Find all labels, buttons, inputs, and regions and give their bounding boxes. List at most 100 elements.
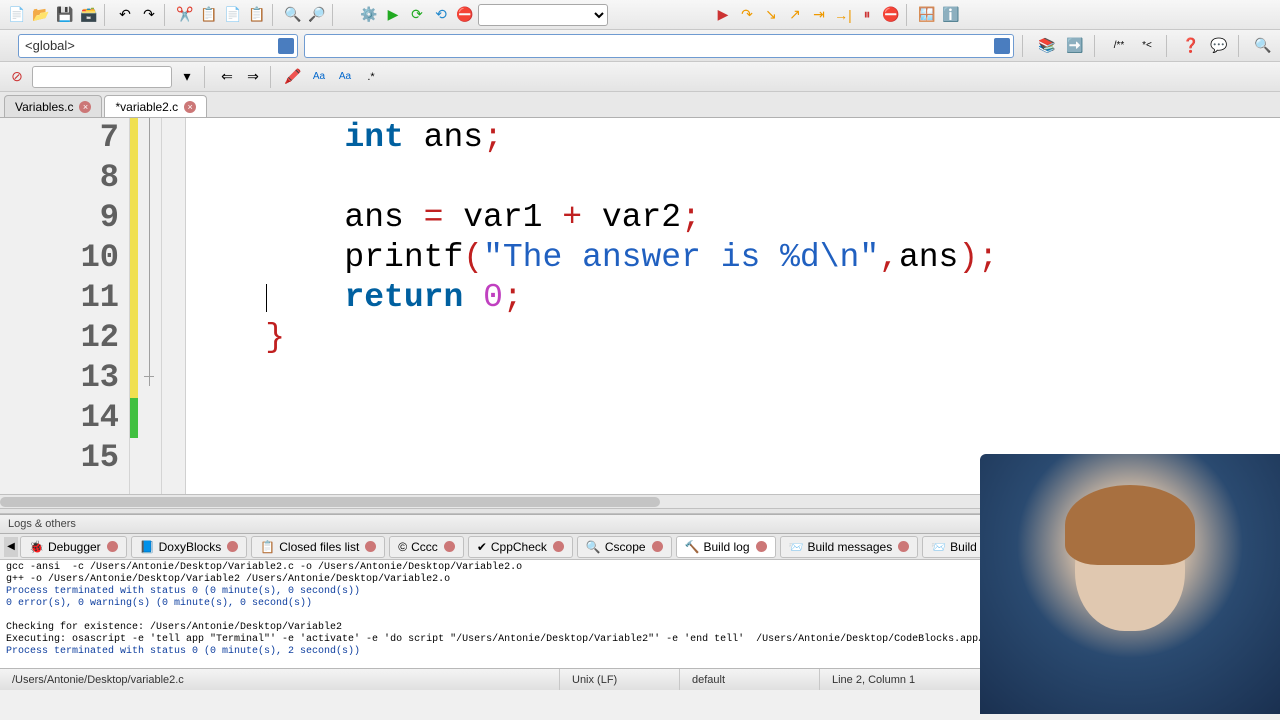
log-tab[interactable]: 🐞 Debugger bbox=[20, 536, 127, 558]
log-tab-icon: 📘 bbox=[140, 540, 155, 554]
fold-gutter[interactable] bbox=[138, 118, 162, 494]
paste-special-icon[interactable]: 📋 bbox=[246, 4, 268, 26]
log-tab[interactable]: 🔍 Cscope bbox=[577, 536, 672, 558]
regex-icon[interactable]: .* bbox=[360, 66, 382, 88]
find-replace-icon[interactable]: 🔎 bbox=[306, 4, 328, 26]
log-tab-icon: 📨 bbox=[931, 540, 946, 554]
clear-search-icon[interactable]: ⊘ bbox=[6, 66, 28, 88]
gutter-separator bbox=[162, 118, 186, 494]
logs-scroll-left-icon[interactable]: ◀ bbox=[4, 537, 18, 557]
debug-start-icon[interactable]: ▶ bbox=[712, 4, 734, 26]
close-icon[interactable]: × bbox=[79, 101, 91, 113]
match-case-icon[interactable]: Aa bbox=[308, 66, 330, 88]
editor-tab[interactable]: *variable2.c × bbox=[104, 95, 207, 117]
log-tab-label: Closed files list bbox=[279, 540, 359, 554]
log-tab-icon: 📋 bbox=[260, 540, 275, 554]
paste-icon[interactable]: 📄 bbox=[222, 4, 244, 26]
status-filepath: /Users/Antonie/Desktop/variable2.c bbox=[0, 669, 560, 690]
help-icon[interactable]: ❓ bbox=[1180, 35, 1202, 57]
build-run-icon[interactable]: ⟲ bbox=[430, 4, 452, 26]
cut-icon[interactable]: ✂️ bbox=[174, 4, 196, 26]
editor-tab[interactable]: Variables.c × bbox=[4, 95, 102, 117]
save-icon[interactable]: 💾 bbox=[54, 4, 76, 26]
debug-windows-icon[interactable]: 🪟 bbox=[916, 4, 938, 26]
log-tab[interactable]: 📨Build messages bbox=[780, 536, 919, 558]
code-editor[interactable]: 789101112131415 int ans; ans = var1 + va… bbox=[0, 118, 1280, 494]
close-icon[interactable] bbox=[898, 541, 909, 552]
tab-label: *variable2.c bbox=[115, 100, 178, 114]
function-select[interactable] bbox=[304, 34, 1014, 58]
symbol-toolbar: <global> 📚 ➡️ /** *< ❓ 💬 🔍 bbox=[0, 30, 1280, 62]
log-tab[interactable]: ✔ CppCheck bbox=[468, 536, 573, 558]
close-icon[interactable] bbox=[365, 541, 376, 552]
redo-icon[interactable]: ↷ bbox=[138, 4, 160, 26]
jump-fwd-icon[interactable]: ➡️ bbox=[1064, 35, 1086, 57]
close-icon[interactable] bbox=[107, 541, 118, 552]
undo-icon[interactable]: ↶ bbox=[114, 4, 136, 26]
log-tab-icon: 🐞 bbox=[29, 540, 44, 554]
close-icon[interactable] bbox=[652, 541, 663, 552]
highlight-icon[interactable]: 🖍️ bbox=[282, 66, 304, 88]
build-target-select[interactable] bbox=[478, 4, 608, 26]
log-tab-label: Debugger bbox=[48, 540, 101, 554]
log-tab-label: Cccc bbox=[411, 540, 438, 554]
log-tab-icon: © bbox=[398, 540, 407, 554]
code-content[interactable]: int ans; ans = var1 + var2; printf("The … bbox=[186, 118, 1280, 494]
log-tab-icon: ✔ bbox=[477, 540, 487, 554]
search-next-icon[interactable]: ⇒ bbox=[242, 66, 264, 88]
run-cursor-icon[interactable]: →| bbox=[832, 4, 854, 26]
dropdown-icon[interactable]: ▾ bbox=[176, 66, 198, 88]
webcam-overlay bbox=[980, 454, 1280, 714]
log-tab[interactable]: 📘 DoxyBlocks bbox=[131, 536, 248, 558]
scope-select[interactable]: <global> bbox=[18, 34, 298, 58]
close-icon[interactable]: × bbox=[184, 101, 196, 113]
step-instr-icon[interactable]: ⇥ bbox=[808, 4, 830, 26]
log-tab-label: Build log bbox=[704, 540, 750, 554]
find-icon[interactable]: 🔍 bbox=[282, 4, 304, 26]
save-all-icon[interactable]: 🗃️ bbox=[78, 4, 100, 26]
tab-label: Variables.c bbox=[15, 100, 73, 114]
log-tab-icon: 🔨 bbox=[685, 540, 700, 554]
open-file-icon[interactable]: 📂 bbox=[30, 4, 52, 26]
search-toolbar: ⊘ ▾ ⇐ ⇒ 🖍️ Aa Aa .* bbox=[0, 62, 1280, 92]
context-help-icon[interactable]: 💬 bbox=[1208, 35, 1230, 57]
log-tab-icon: 🔍 bbox=[586, 540, 601, 554]
new-file-icon[interactable]: 📄 bbox=[6, 4, 28, 26]
stop-debug-icon[interactable]: ⛔ bbox=[880, 4, 902, 26]
scope-value: <global> bbox=[25, 38, 75, 53]
main-toolbar: 📄 📂 💾 🗃️ ↶ ↷ ✂️ 📋 📄 📋 🔍 🔎 ⚙️ ▶ ⟳ ⟲ ⛔ ▶ ↷… bbox=[0, 0, 1280, 30]
close-icon[interactable] bbox=[553, 541, 564, 552]
run-icon[interactable]: ⟳ bbox=[406, 4, 428, 26]
copy-icon[interactable]: 📋 bbox=[198, 4, 220, 26]
whole-word-icon[interactable]: Aa bbox=[334, 66, 356, 88]
step-out-icon[interactable]: ↗ bbox=[784, 4, 806, 26]
jump-back-icon[interactable]: 📚 bbox=[1036, 35, 1058, 57]
status-eol: Unix (LF) bbox=[560, 669, 680, 690]
breakpoint-icon[interactable]: ⏸ bbox=[856, 4, 878, 26]
log-tab[interactable]: © Cccc bbox=[389, 536, 464, 558]
search-prev-icon[interactable]: ⇐ bbox=[216, 66, 238, 88]
log-tab-label: Cscope bbox=[605, 540, 646, 554]
line-number-gutter: 789101112131415 bbox=[0, 118, 130, 494]
step-over-icon[interactable]: ↷ bbox=[736, 4, 758, 26]
comment-icon[interactable]: /** bbox=[1108, 35, 1130, 57]
build-settings-icon[interactable]: ⚙️ bbox=[358, 4, 380, 26]
log-tab-label: DoxyBlocks bbox=[159, 540, 222, 554]
close-icon[interactable] bbox=[756, 541, 767, 552]
log-tab[interactable]: 📋 Closed files list bbox=[251, 536, 385, 558]
uncomment-icon[interactable]: *< bbox=[1136, 35, 1158, 57]
log-tab-icon: 📨 bbox=[789, 540, 804, 554]
build-icon[interactable]: ▶ bbox=[382, 4, 404, 26]
editor-tab-bar: Variables.c × *variable2.c × bbox=[0, 92, 1280, 118]
log-tab-label: CppCheck bbox=[491, 540, 547, 554]
close-icon[interactable] bbox=[227, 541, 238, 552]
search-online-icon[interactable]: 🔍 bbox=[1252, 35, 1274, 57]
status-encoding: default bbox=[680, 669, 820, 690]
step-into-icon[interactable]: ↘ bbox=[760, 4, 782, 26]
debug-info-icon[interactable]: ℹ️ bbox=[940, 4, 962, 26]
abort-icon[interactable]: ⛔ bbox=[454, 4, 476, 26]
log-tab[interactable]: 🔨 Build log bbox=[676, 536, 776, 558]
close-icon[interactable] bbox=[444, 541, 455, 552]
change-marker-gutter bbox=[130, 118, 138, 494]
search-input[interactable] bbox=[32, 66, 172, 88]
